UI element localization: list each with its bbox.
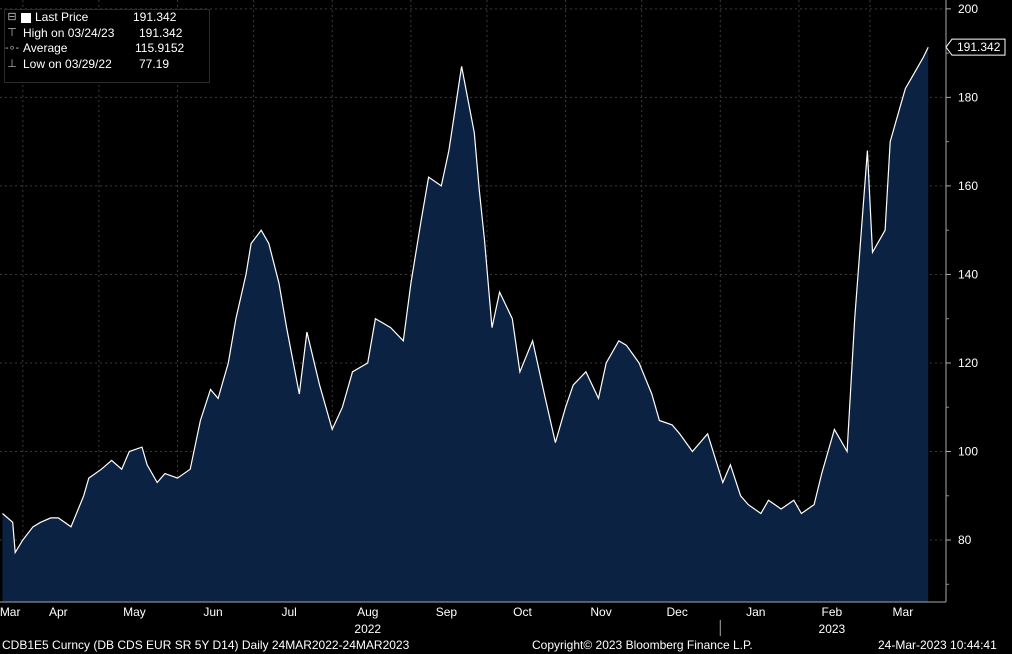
legend-high: ⊤ High on 03/24/23 191.342 (5, 26, 209, 42)
legend-high-label: High on 03/24/23 (23, 25, 115, 40)
x-tick-label: Oct (513, 605, 532, 619)
price-chart: 80 100 120 140 160 180 200 Mar Apr May Jun Jul Aug S… (0, 0, 1006, 636)
y-tick-label: 120 (958, 356, 978, 370)
legend-average-label: Average (23, 41, 68, 55)
collapse-icon[interactable]: ⊟ (5, 10, 19, 26)
legend-last-price-value: 191.342 (133, 10, 177, 24)
footer: CDB1E5 Curncy (DB CDS EUR SR 5Y D14) Dai… (0, 638, 1012, 654)
y-axis: 80 100 120 140 160 180 200 (945, 0, 978, 602)
x-tick-label: Mar (893, 605, 914, 619)
legend-low-value: 77.19 (139, 56, 170, 71)
x-tick-label: Sep (436, 605, 458, 619)
year-label: 2023 (819, 622, 846, 636)
x-tick-label: Jan (746, 605, 765, 619)
year-label: 2022 (354, 622, 381, 636)
y-tick-label: 200 (958, 2, 978, 16)
footer-security: CDB1E5 Curncy (DB CDS EUR SR 5Y D14) Dai… (2, 638, 410, 652)
last-price-tag-text: 191.342 (957, 40, 1001, 54)
x-tick-label: Jun (203, 605, 222, 619)
legend-high-value: 191.342 (139, 25, 183, 40)
legend-last-price-label: Last Price (35, 10, 89, 24)
legend-average-value: 115.9152 (135, 41, 185, 55)
x-tick-label: Aug (357, 605, 378, 619)
x-tick-label: Mar (0, 605, 20, 619)
x-tick-label: May (123, 605, 146, 619)
high-marker-icon: ⊤ (7, 26, 17, 39)
y-tick-label: 180 (958, 90, 978, 104)
average-marker-icon: -∘- (5, 42, 20, 54)
footer-timestamp: 24-Mar-2023 10:44:41 (878, 638, 997, 652)
price-area (2, 47, 929, 602)
legend-last-price[interactable]: ⊟ Last Price 191.342 (5, 10, 209, 26)
x-axis: Mar Apr May Jun Jul Aug Sep Oct Nov Dec Jan Feb Mar 2… (0, 601, 946, 636)
y-tick-label: 140 (958, 267, 978, 281)
x-tick-label: Feb (822, 605, 843, 619)
x-tick-label: Jul (281, 605, 296, 619)
y-tick-label: 100 (958, 445, 978, 459)
legend-low-label: Low on 03/29/22 (23, 56, 112, 71)
legend-average: -∘- Average 115.9152 (5, 41, 209, 57)
x-tick-label: Nov (590, 605, 611, 619)
x-tick-label: Apr (49, 605, 68, 619)
footer-copyright: Copyright© 2023 Bloomberg Finance L.P. (532, 638, 753, 652)
last-price-tag: 191.342 (945, 38, 1006, 56)
y-tick-label: 80 (958, 533, 972, 547)
last-price-swatch (21, 12, 31, 23)
x-tick-label: Dec (666, 605, 687, 619)
legend[interactable]: ⊟ Last Price 191.342 ⊤ High on 03/24/23 … (4, 9, 210, 83)
y-tick-label: 160 (958, 179, 978, 193)
low-marker-icon: ⊥ (7, 57, 17, 70)
legend-low: ⊥ Low on 03/29/22 77.19 (5, 57, 209, 73)
